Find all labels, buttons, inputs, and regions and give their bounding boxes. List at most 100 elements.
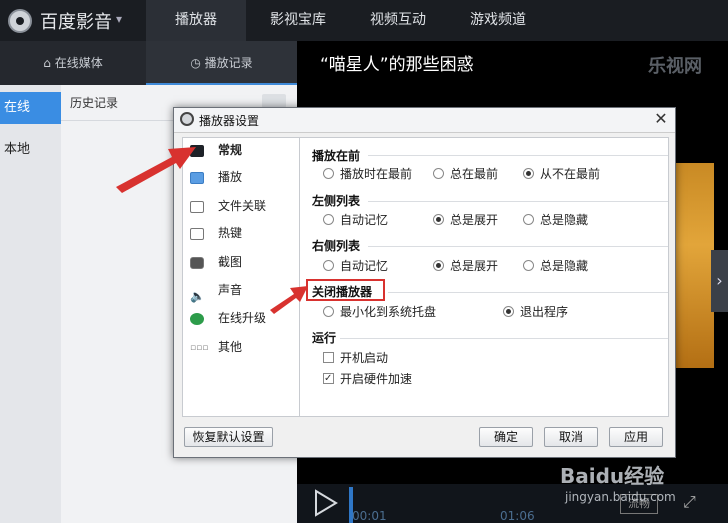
option-label: 从不在最前 (540, 167, 601, 181)
settings-nav-file-assoc[interactable]: 文件关联 (190, 195, 266, 217)
app-menu-chevron-icon[interactable]: ▾ (116, 12, 122, 26)
radio-button[interactable] (323, 214, 334, 225)
checkbox[interactable] (323, 371, 334, 387)
tab-movie-library[interactable]: 影视宝库 (253, 0, 343, 41)
radio-button[interactable] (433, 260, 444, 271)
tab-play-history[interactable]: ◷ 播放记录 (146, 41, 297, 85)
settings-nav-label: 播放 (218, 170, 243, 184)
restore-defaults-button[interactable]: 恢复默认设置 (184, 427, 273, 447)
option-label: 自动记忆 (340, 213, 389, 227)
speaker-icon: 🔈 (190, 288, 205, 303)
settings-nav-hotkeys[interactable]: 热键 (190, 222, 242, 244)
radio-on-top-playing[interactable]: 播放时在最前 (323, 166, 412, 182)
radio-button[interactable] (323, 306, 334, 317)
section-title-right-list: 右侧列表 (312, 239, 361, 253)
radio-right-hide[interactable]: 总是隐藏 (523, 258, 588, 274)
settings-nav-screenshot[interactable]: 截图 (190, 251, 242, 273)
radio-button[interactable] (523, 214, 534, 225)
cancel-button[interactable]: 取消 (544, 427, 598, 447)
brand-logo: 乐视网 (648, 56, 702, 77)
home-icon: ⌂ (43, 56, 55, 70)
tab-play-history-label: 播放记录 (204, 56, 253, 70)
settings-nav-label: 常规 (218, 143, 243, 157)
checkbox[interactable] (323, 352, 334, 363)
checkbox-hardware-accel[interactable]: 开启硬件加速 (323, 371, 412, 387)
option-label: 总在最前 (450, 167, 499, 181)
divider (340, 338, 668, 339)
watermark-logo: Baidu经验 (560, 464, 665, 488)
settings-nav-label: 其他 (218, 340, 243, 354)
radio-button[interactable] (323, 168, 334, 179)
tab-game-channel[interactable]: 游戏频道 (455, 0, 541, 41)
settings-nav-label: 截图 (218, 255, 243, 269)
option-label: 退出程序 (520, 305, 569, 319)
ok-button[interactable]: 确定 (479, 427, 533, 447)
radio-button[interactable] (323, 260, 334, 271)
checkbox-start-on-boot[interactable]: 开机启动 (323, 350, 388, 366)
more-icon: ▫▫▫ (190, 342, 209, 353)
settings-nav-sound[interactable]: 🔈 声音 (190, 279, 243, 303)
option-label: 总是隐藏 (540, 213, 589, 227)
apply-button[interactable]: 应用 (609, 427, 663, 447)
settings-nav-online-upgrade[interactable]: 在线升级 (190, 307, 266, 329)
radio-button[interactable] (433, 168, 444, 179)
section-title-run: 运行 (312, 331, 337, 345)
radio-right-expand[interactable]: 总是展开 (433, 258, 498, 274)
app-title: 百度影音 (40, 12, 112, 33)
radio-left-hide[interactable]: 总是隐藏 (523, 212, 588, 228)
divider (368, 246, 668, 247)
sub-tab-bar: ⌂ 在线媒体 ◷ 播放记录 (0, 41, 297, 85)
clear-history-button[interactable] (262, 94, 286, 108)
settings-nav-label: 文件关联 (218, 199, 267, 213)
globe-icon (190, 312, 204, 325)
play-icon[interactable] (312, 488, 338, 521)
total-time: 01:06 (500, 509, 535, 523)
settings-nav-label: 热键 (218, 226, 243, 240)
radio-right-auto[interactable]: 自动记忆 (323, 258, 388, 274)
file-icon (190, 200, 204, 213)
hotkey-icon (190, 227, 204, 240)
tab-online-media-label: 在线媒体 (54, 56, 103, 70)
annotation-arrow-general (116, 147, 196, 193)
history-title: 历史记录 (70, 96, 119, 110)
radio-button[interactable] (503, 306, 514, 317)
chevron-right-icon[interactable]: › (711, 250, 728, 312)
section-title-close-player: 关闭播放器 (312, 285, 373, 299)
radio-button[interactable] (523, 260, 534, 271)
radio-always-on-top[interactable]: 总在最前 (433, 166, 498, 182)
radio-button[interactable] (433, 214, 444, 225)
film-reel-icon (180, 112, 194, 126)
tab-online-media[interactable]: ⌂ 在线媒体 (0, 41, 146, 85)
option-label: 自动记忆 (340, 259, 389, 273)
settings-nav-other[interactable]: ▫▫▫ 其他 (190, 336, 242, 358)
category-online[interactable]: 在线 (0, 92, 61, 124)
radio-never-on-top[interactable]: 从不在最前 (523, 166, 600, 182)
divider (388, 292, 668, 293)
option-label: 总是展开 (450, 259, 499, 273)
divider (368, 155, 668, 156)
section-title-on-top: 播放在前 (312, 149, 361, 163)
app-logo-icon (8, 9, 32, 33)
radio-exit-program[interactable]: 退出程序 (503, 304, 568, 320)
radio-minimize-to-tray[interactable]: 最小化到系统托盘 (323, 304, 436, 320)
fullscreen-icon[interactable]: ⤢ (683, 492, 696, 512)
poster-thumbnail[interactable] (676, 163, 714, 368)
annotation-arrow-close (270, 286, 308, 314)
settings-nav-label: 声音 (218, 283, 243, 297)
radio-left-expand[interactable]: 总是展开 (433, 212, 498, 228)
tab-player[interactable]: 播放器 (146, 0, 246, 41)
option-label: 开机启动 (340, 351, 389, 365)
dialog-title: 播放器设置 (199, 114, 260, 128)
current-time: 00:01 (352, 509, 387, 523)
divider (368, 201, 668, 202)
radio-button[interactable] (523, 168, 534, 179)
clock-icon: ◷ (190, 56, 205, 70)
radio-left-auto[interactable]: 自动记忆 (323, 212, 388, 228)
video-title: “喵星人”的那些困惑 (320, 55, 474, 75)
category-local[interactable]: 本地 (4, 138, 30, 157)
camera-icon (190, 256, 204, 269)
close-icon[interactable]: ✕ (651, 108, 671, 130)
tab-video-interaction[interactable]: 视频互动 (355, 0, 441, 41)
option-label: 播放时在最前 (340, 167, 413, 181)
option-label: 总是展开 (450, 213, 499, 227)
